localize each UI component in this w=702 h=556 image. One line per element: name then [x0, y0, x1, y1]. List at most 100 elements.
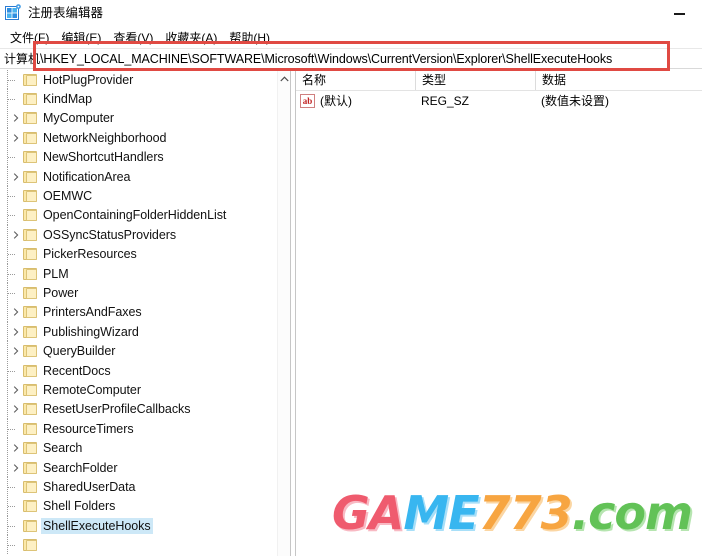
tree-guide-line	[7, 399, 8, 420]
tree-item[interactable]: RemoteComputer	[0, 380, 277, 400]
folder-icon	[23, 539, 37, 552]
watermark-segment: 77	[478, 486, 542, 540]
tree-tick-line	[8, 506, 16, 508]
tree-item[interactable]: NewShortcutHandlers	[0, 147, 277, 167]
table-row[interactable]: ab (默认) REG_SZ (数值未设置)	[296, 91, 702, 111]
tree-item-label: Search	[43, 441, 83, 456]
tree-item[interactable]: KindMap	[0, 89, 277, 109]
tree-item-label: HotPlugProvider	[43, 72, 134, 87]
window-title: 注册表编辑器	[28, 6, 104, 20]
chevron-right-icon[interactable]	[11, 346, 21, 356]
column-header-name[interactable]: 名称	[296, 70, 416, 90]
tree-guide-line	[7, 341, 8, 361]
tree-item-label: OSSyncStatusProviders	[43, 227, 177, 242]
chevron-right-icon[interactable]	[11, 404, 21, 414]
menu-edit[interactable]: 编辑(E)	[56, 29, 108, 47]
tree-item[interactable]: Search	[0, 438, 277, 458]
tree-item[interactable]: PickerResources	[0, 244, 277, 264]
folder-icon	[23, 480, 37, 493]
folder-icon	[23, 306, 37, 319]
tree-tick-line	[8, 292, 16, 294]
tree-guide-line	[7, 108, 8, 129]
tree-item[interactable]: MyComputer	[0, 108, 277, 129]
tree-guide-line	[7, 166, 8, 187]
tree-item[interactable]: HotPlugProvider	[0, 70, 277, 90]
tree-item-label: RecentDocs	[43, 363, 111, 378]
menu-bar: 文件(F) 编辑(E) 查看(V) 收藏夹(A) 帮助(H)	[0, 28, 702, 48]
chevron-right-icon[interactable]	[11, 463, 21, 473]
chevron-right-icon[interactable]	[11, 307, 21, 317]
tree-tick-line	[8, 157, 16, 159]
folder-icon	[23, 364, 37, 377]
folder-icon	[23, 248, 37, 261]
tree-item[interactable]: PrintersAndFaxes	[0, 302, 277, 323]
chevron-right-icon[interactable]	[11, 133, 21, 143]
address-bar[interactable]: 计算机 \HKEY_LOCAL_MACHINE\SOFTWARE\Microso…	[0, 48, 702, 69]
folder-icon	[23, 267, 37, 280]
tree-item[interactable]: Power	[0, 283, 277, 303]
address-path: \HKEY_LOCAL_MACHINE\SOFTWARE\Microsoft\W…	[40, 51, 613, 66]
chevron-right-icon[interactable]	[11, 172, 21, 182]
tree-item[interactable]: PublishingWizard	[0, 322, 277, 342]
title-bar: 注册表编辑器	[0, 0, 702, 28]
folder-icon	[23, 151, 37, 164]
tree-item[interactable]: Shell Folders	[0, 496, 277, 516]
tree-item-label: OpenContainingFolderHiddenList	[43, 208, 227, 223]
folder-icon	[23, 286, 37, 299]
menu-favorites[interactable]: 收藏夹(A)	[160, 29, 224, 47]
tree-tick-line	[8, 215, 16, 217]
chevron-right-icon[interactable]	[11, 113, 21, 123]
tree-item-label: PublishingWizard	[43, 324, 139, 339]
tree-item-label: QueryBuilder	[43, 344, 116, 359]
registry-values-list: 名称 类型 数据 ab (默认) REG_SZ (数值未设置)	[296, 70, 702, 556]
tree-item[interactable]	[0, 535, 277, 555]
menu-file[interactable]: 文件(F)	[5, 29, 56, 47]
tree-item[interactable]: OpenContainingFolderHiddenList	[0, 205, 277, 226]
tree-guide-line	[7, 438, 8, 458]
folder-icon	[23, 442, 37, 455]
tree-guide-line	[7, 322, 8, 342]
tree-item[interactable]: PLM	[0, 263, 277, 284]
chevron-right-icon[interactable]	[11, 385, 21, 395]
tree-vertical-scrollbar[interactable]	[277, 70, 290, 556]
folder-icon	[23, 190, 37, 203]
tree-item-label: PickerResources	[43, 247, 137, 262]
folder-icon	[23, 461, 37, 474]
column-header-data[interactable]: 数据	[536, 70, 702, 90]
chevron-right-icon[interactable]	[11, 327, 21, 337]
chevron-right-icon[interactable]	[11, 230, 21, 240]
folder-icon	[23, 209, 37, 222]
tree-item[interactable]: RecentDocs	[0, 360, 277, 381]
registry-grid-icon	[5, 4, 22, 21]
folder-icon	[23, 345, 37, 358]
minimize-button[interactable]	[656, 0, 702, 28]
tree-item[interactable]: SearchFolder	[0, 457, 277, 478]
chevron-right-icon[interactable]	[11, 443, 21, 453]
content-area: HotPlugProvider KindMap MyComputer NetworkN…	[0, 70, 702, 556]
tree-item[interactable]: NetworkNeighborhood	[0, 128, 277, 148]
tree-item-label: OEMWC	[43, 189, 93, 204]
menu-view[interactable]: 查看(V)	[108, 29, 160, 47]
tree-item[interactable]: ResetUserProfileCallbacks	[0, 399, 277, 420]
tree-item[interactable]: OEMWC	[0, 186, 277, 206]
column-header-type[interactable]: 类型	[416, 70, 536, 90]
watermark-segment: A	[368, 486, 405, 540]
tree-item-label: PrintersAndFaxes	[43, 305, 142, 320]
string-value-ab-icon: ab	[300, 94, 315, 108]
folder-icon	[23, 170, 37, 183]
values-column-headers: 名称 类型 数据	[296, 70, 702, 91]
tree-item[interactable]: OSSyncStatusProviders	[0, 225, 277, 245]
menu-help[interactable]: 帮助(H)	[224, 29, 277, 47]
registry-key-tree[interactable]: HotPlugProvider KindMap MyComputer NetworkN…	[0, 70, 277, 556]
address-prefix: 计算机	[4, 51, 41, 66]
tree-item[interactable]: NotificationArea	[0, 166, 277, 187]
folder-icon	[23, 228, 37, 241]
chevron-up-icon	[280, 75, 289, 81]
tree-item[interactable]: SharedUserData	[0, 477, 277, 497]
tree-tick-line	[8, 370, 16, 372]
tree-item-label: SharedUserData	[43, 479, 136, 494]
tree-item[interactable]: ShellExecuteHooks	[0, 515, 277, 536]
folder-icon	[23, 73, 37, 86]
tree-item[interactable]: QueryBuilder	[0, 341, 277, 361]
tree-item[interactable]: ResourceTimers	[0, 419, 277, 439]
